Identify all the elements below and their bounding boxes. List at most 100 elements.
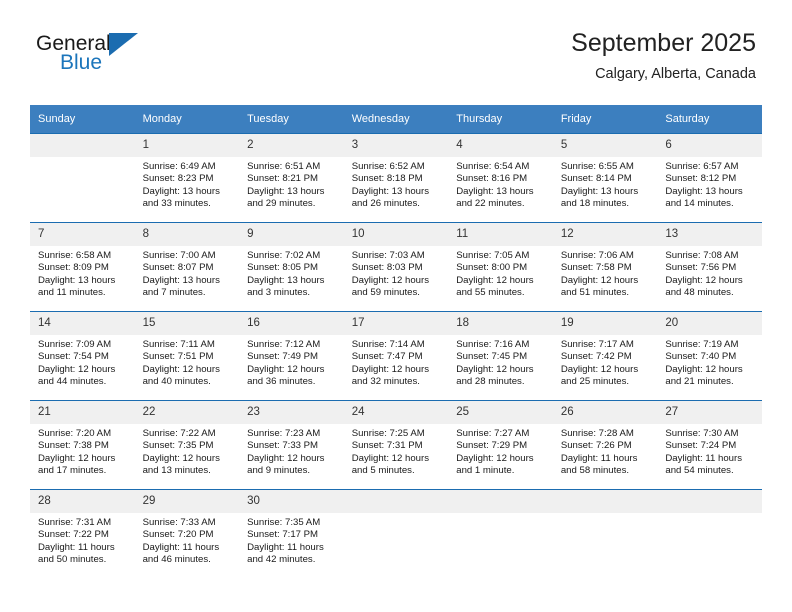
calendar-page: General Blue September 2025 Calgary, Alb… [0, 0, 792, 612]
sunset-text: Sunset: 7:45 PM [456, 351, 528, 363]
day-number: 25 [448, 401, 553, 424]
day-number: 29 [134, 490, 240, 513]
sunrise-text: Sunrise: 7:23 AM [247, 428, 321, 439]
day-number: 22 [134, 401, 240, 424]
calendar-day-cell[interactable]: 15 Sunrise: 7:11 AM Sunset: 7:51 PM Dayligh… [134, 311, 240, 401]
calendar-day-cell[interactable]: 1 Sunrise: 6:49 AM Sunset: 8:23 PM Daylight… [134, 133, 240, 223]
day-details: Sunrise: 7:11 AM Sunset: 7:51 PM Daylight:… [135, 335, 240, 389]
calendar-empty-cell [30, 133, 135, 223]
sunrise-text: Sunrise: 7:28 AM [560, 428, 634, 439]
calendar-day-cell[interactable]: 24 Sunrise: 7:25 AM Sunset: 7:31 PM Dayligh… [343, 400, 449, 490]
day-details: Sunrise: 7:35 AM Sunset: 7:17 PM Daylight:… [239, 513, 344, 567]
day-number: 26 [552, 401, 658, 424]
calendar-day-cell[interactable]: 12 Sunrise: 7:06 AM Sunset: 7:58 PM Dayligh… [552, 222, 658, 312]
weekday-header-wednesday: Wednesday [343, 105, 449, 134]
daylight-text-line2: and 36 minutes. [247, 376, 316, 388]
day-details: Sunrise: 7:31 AM Sunset: 7:22 PM Daylight:… [30, 513, 135, 567]
sunset-text: Sunset: 7:49 PM [247, 351, 319, 363]
sunrise-text: Sunrise: 6:51 AM [247, 161, 321, 172]
sunrise-text: Sunrise: 7:16 AM [456, 339, 530, 350]
calendar-day-cell[interactable]: 3 Sunrise: 6:52 AM Sunset: 8:18 PM Daylight… [343, 133, 449, 223]
calendar-day-cell[interactable]: 20 Sunrise: 7:19 AM Sunset: 7:40 PM Dayligh… [657, 311, 762, 401]
sunrise-text: Sunrise: 7:11 AM [142, 339, 215, 350]
calendar-day-cell[interactable]: 9 Sunrise: 7:02 AM Sunset: 8:05 PM Daylight… [239, 222, 344, 312]
sunset-text: Sunset: 7:26 PM [560, 440, 632, 452]
calendar-day-cell[interactable]: 14 Sunrise: 7:09 AM Sunset: 7:54 PM Dayligh… [30, 311, 135, 401]
day-number [343, 490, 449, 513]
daylight-text-line1: Daylight: 12 hours [142, 452, 220, 464]
daylight-text-line1: Daylight: 13 hours [351, 185, 430, 197]
calendar-day-cell[interactable]: 26 Sunrise: 7:28 AM Sunset: 7:26 PM Dayligh… [552, 400, 658, 490]
calendar-day-cell[interactable]: 28 Sunrise: 7:31 AM Sunset: 7:22 PM Dayligh… [30, 489, 135, 578]
day-number: 28 [30, 490, 135, 513]
sunrise-text: Sunrise: 6:49 AM [142, 161, 216, 172]
sunrise-text: Sunrise: 6:54 AM [456, 161, 530, 172]
calendar-day-cell[interactable]: 18 Sunrise: 7:16 AM Sunset: 7:45 PM Dayligh… [448, 311, 553, 401]
calendar-day-cell[interactable]: 22 Sunrise: 7:22 AM Sunset: 7:35 PM Dayligh… [134, 400, 240, 490]
daylight-text-line2: and 44 minutes. [38, 376, 107, 388]
calendar-day-cell[interactable]: 11 Sunrise: 7:05 AM Sunset: 8:00 PM Dayligh… [448, 222, 553, 312]
calendar-day-cell[interactable]: 27 Sunrise: 7:30 AM Sunset: 7:24 PM Dayligh… [657, 400, 762, 490]
calendar-day-cell[interactable]: 21 Sunrise: 7:20 AM Sunset: 7:38 PM Dayligh… [30, 400, 135, 490]
weekday-header-saturday: Saturday [657, 105, 762, 134]
daylight-text-line2: and 5 minutes. [351, 465, 415, 477]
daylight-text-line1: Daylight: 12 hours [351, 363, 430, 375]
calendar-day-cell[interactable]: 5 Sunrise: 6:55 AM Sunset: 8:14 PM Daylight… [552, 133, 658, 223]
daylight-text-line1: Daylight: 13 hours [560, 185, 639, 197]
calendar-day-cell[interactable]: 25 Sunrise: 7:27 AM Sunset: 7:29 PM Dayligh… [448, 400, 553, 490]
calendar-day-cell[interactable]: 13 Sunrise: 7:08 AM Sunset: 7:56 PM Dayligh… [657, 222, 762, 312]
calendar-day-cell[interactable]: 16 Sunrise: 7:12 AM Sunset: 7:49 PM Dayligh… [239, 311, 344, 401]
calendar-day-cell[interactable]: 17 Sunrise: 7:14 AM Sunset: 7:47 PM Dayligh… [343, 311, 449, 401]
day-number: 16 [239, 312, 344, 335]
weekday-header-sunday: Sunday [30, 105, 135, 134]
calendar-day-cell[interactable]: 6 Sunrise: 6:57 AM Sunset: 8:12 PM Daylight… [657, 133, 762, 223]
day-number: 8 [134, 223, 240, 246]
calendar-day-cell[interactable]: 19 Sunrise: 7:17 AM Sunset: 7:42 PM Dayligh… [552, 311, 658, 401]
sunrise-text: Sunrise: 7:25 AM [351, 428, 425, 439]
daylight-text-line2: and 26 minutes. [351, 198, 420, 210]
calendar-day-cell[interactable]: 7 Sunrise: 6:58 AM Sunset: 8:09 PM Daylight… [30, 222, 135, 312]
daylight-text-line1: Daylight: 12 hours [665, 274, 743, 286]
day-number [552, 490, 658, 513]
daylight-text-line1: Daylight: 11 hours [665, 452, 742, 464]
calendar-week-row: 7 Sunrise: 6:58 AM Sunset: 8:09 PM Daylight… [30, 222, 762, 312]
sunrise-text: Sunrise: 7:22 AM [142, 428, 216, 439]
day-details: Sunrise: 7:05 AM Sunset: 8:00 PM Daylight:… [448, 246, 553, 300]
calendar-day-cell[interactable]: 23 Sunrise: 7:23 AM Sunset: 7:33 PM Dayligh… [239, 400, 344, 490]
sunset-text: Sunset: 7:58 PM [560, 262, 632, 274]
daylight-text-line2: and 42 minutes. [247, 554, 316, 566]
calendar-day-cell[interactable]: 2 Sunrise: 6:51 AM Sunset: 8:21 PM Daylight… [239, 133, 344, 223]
daylight-text-line1: Daylight: 12 hours [351, 452, 430, 464]
calendar-day-cell[interactable]: 8 Sunrise: 7:00 AM Sunset: 8:07 PM Daylight… [134, 222, 240, 312]
calendar-body: 1 Sunrise: 6:49 AM Sunset: 8:23 PM Daylight… [30, 133, 762, 578]
sunset-text: Sunset: 7:38 PM [38, 440, 109, 452]
brand-logo[interactable]: General Blue [36, 32, 256, 80]
day-number: 20 [657, 312, 762, 335]
day-details: Sunrise: 7:16 AM Sunset: 7:45 PM Daylight:… [448, 335, 553, 389]
sunset-text: Sunset: 7:42 PM [560, 351, 632, 363]
page-subtitle: Calgary, Alberta, Canada [595, 66, 756, 82]
daylight-text-line2: and 3 minutes. [247, 287, 311, 299]
calendar-day-cell[interactable]: 4 Sunrise: 6:54 AM Sunset: 8:16 PM Daylight… [448, 133, 553, 223]
daylight-text-line2: and 7 minutes. [142, 287, 206, 299]
sunset-text: Sunset: 8:14 PM [560, 173, 632, 185]
sunset-text: Sunset: 7:40 PM [665, 351, 737, 363]
calendar-empty-cell [448, 489, 553, 578]
day-number: 23 [239, 401, 344, 424]
page-title: September 2025 [571, 29, 756, 57]
day-number [657, 490, 762, 513]
day-number [448, 490, 553, 513]
sunset-text: Sunset: 7:35 PM [142, 440, 214, 452]
daylight-text-line2: and 25 minutes. [560, 376, 630, 388]
calendar-day-cell[interactable]: 10 Sunrise: 7:03 AM Sunset: 8:03 PM Dayligh… [343, 222, 449, 312]
sunset-text: Sunset: 7:56 PM [665, 262, 737, 274]
day-details: Sunrise: 7:27 AM Sunset: 7:29 PM Daylight:… [448, 424, 553, 478]
calendar-day-cell[interactable]: 29 Sunrise: 7:33 AM Sunset: 7:20 PM Dayligh… [134, 489, 240, 578]
sunrise-text: Sunrise: 7:14 AM [351, 339, 425, 350]
weekday-header-tuesday: Tuesday [239, 105, 344, 134]
calendar-day-cell[interactable]: 30 Sunrise: 7:35 AM Sunset: 7:17 PM Dayligh… [239, 489, 344, 578]
day-number: 27 [657, 401, 762, 424]
sunrise-text: Sunrise: 7:17 AM [560, 339, 634, 350]
day-number: 21 [30, 401, 135, 424]
daylight-text-line1: Daylight: 13 hours [247, 185, 325, 197]
